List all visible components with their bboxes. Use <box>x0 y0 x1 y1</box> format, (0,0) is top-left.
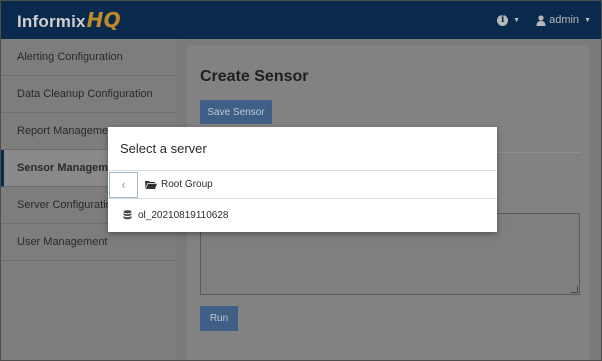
chevron-left-icon: ‹ <box>121 177 126 192</box>
chevron-down-icon: ▼ <box>513 16 521 24</box>
help-menu[interactable]: i ▼ <box>497 14 521 26</box>
logo-text: Informix <box>17 12 86 31</box>
header-actions: i ▼ admin ▼ <box>497 14 591 26</box>
app-logo[interactable]: Informix HQ <box>17 8 121 32</box>
user-menu[interactable]: admin ▼ <box>536 14 591 26</box>
server-list-item[interactable]: ol_20210819110628 <box>108 200 497 230</box>
page-title: Create Sensor <box>200 68 309 85</box>
sidebar-item-alerting[interactable]: Alerting Configuration <box>1 39 177 76</box>
database-icon <box>123 210 132 220</box>
group-label[interactable]: Root Group <box>161 179 213 190</box>
modal-title: Select a server <box>120 141 207 156</box>
user-name: admin <box>549 14 580 26</box>
server-name: ol_20210819110628 <box>138 209 229 221</box>
select-server-modal: Select a server ‹ Root Group ol_20210819… <box>108 127 497 232</box>
run-button[interactable]: Run <box>200 306 238 331</box>
resize-handle[interactable] <box>571 286 578 293</box>
chevron-down-icon: ▼ <box>584 16 591 24</box>
top-header: Informix HQ i ▼ admin ▼ <box>1 1 601 39</box>
save-sensor-button[interactable]: Save Sensor <box>200 100 272 124</box>
sidebar-item-data-cleanup[interactable]: Data Cleanup Configuration <box>1 76 177 113</box>
info-icon: i <box>497 14 509 26</box>
logo-hq: HQ <box>86 8 121 32</box>
back-button[interactable]: ‹ <box>109 171 138 198</box>
user-icon <box>536 14 546 26</box>
app-frame: Informix HQ i ▼ admin ▼ Alerting Configur… <box>0 0 602 361</box>
folder-open-icon <box>145 181 157 189</box>
group-row: ‹ Root Group <box>108 171 497 199</box>
